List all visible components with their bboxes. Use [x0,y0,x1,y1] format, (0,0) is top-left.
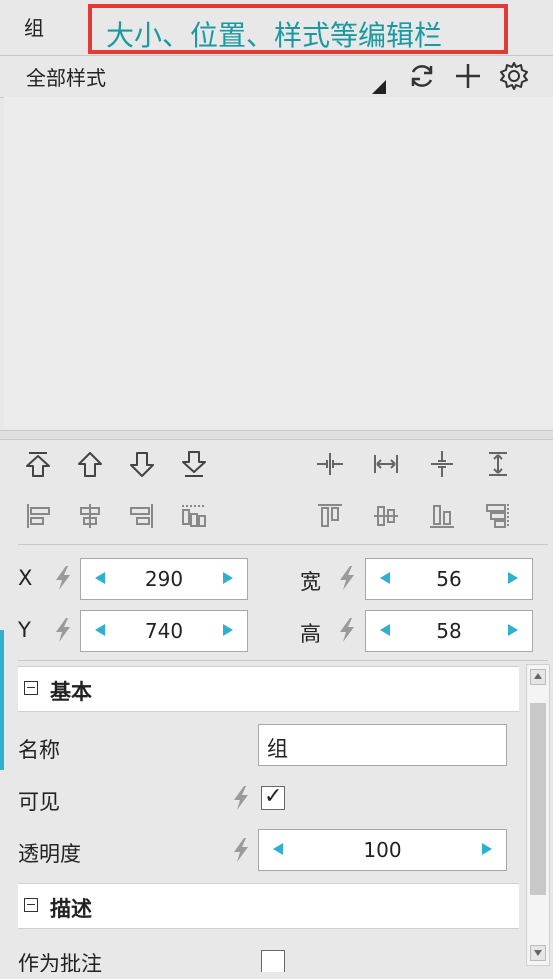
dropdown-triangle-icon[interactable] [372,80,386,94]
x-increment-icon[interactable] [223,572,233,584]
align-dotted-icon[interactable] [176,498,212,534]
as-annotation-checkbox[interactable] [261,950,285,974]
send-backward-icon[interactable] [124,446,160,482]
section-description-title: 描述 [50,897,92,921]
checkmark-icon: ✓ [264,784,283,809]
settings-gear-icon[interactable] [498,60,530,92]
x-stepper[interactable]: 290 [80,558,248,600]
distribute-horizontal-icon[interactable] [312,446,348,482]
distribute-vertical-space-icon[interactable] [480,446,516,482]
lightning-icon[interactable] [228,784,254,812]
height-stepper[interactable]: 58 [365,610,533,652]
lightning-icon[interactable] [50,616,76,644]
visible-checkbox[interactable]: ✓ [261,784,285,810]
toolbar-separator [18,544,548,545]
x-label: X [18,566,33,590]
y-increment-icon[interactable] [223,624,233,636]
distribute-vertical-icon[interactable] [424,446,460,482]
lightning-icon[interactable] [50,564,76,592]
lightning-icon[interactable] [334,616,360,644]
opacity-label: 透明度 [18,842,81,866]
width-increment-icon[interactable] [508,572,518,584]
opacity-stepper[interactable]: 100 [258,829,507,871]
height-label: 高 [300,622,321,646]
collapse-icon[interactable] [24,681,38,695]
lightning-icon[interactable] [334,564,360,592]
visible-label: 可见 [18,790,60,814]
section-description-header[interactable]: 描述 [18,883,519,929]
section-basic-header[interactable]: 基本 [18,666,519,712]
style-list-area[interactable] [4,97,553,427]
name-input[interactable]: 组 [258,724,507,766]
annotation-box: 大小、位置、样式等编辑栏 [88,4,508,54]
y-stepper[interactable]: 740 [80,610,248,652]
scroll-thumb[interactable] [530,703,546,895]
scroll-down-icon[interactable] [530,945,546,961]
opacity-increment-icon[interactable] [482,843,492,855]
name-label: 名称 [18,738,60,762]
bring-forward-icon[interactable] [72,446,108,482]
width-stepper[interactable]: 56 [365,558,533,600]
section-basic-title: 基本 [50,680,92,704]
bottom-edge [0,972,553,979]
opacity-value[interactable]: 100 [259,838,506,862]
align-right-icon[interactable] [124,498,160,534]
add-icon[interactable] [452,60,484,92]
distribute-horizontal-space-icon[interactable] [368,446,404,482]
align-top-icon[interactable] [312,498,348,534]
panel-divider[interactable] [0,430,553,440]
name-value[interactable]: 组 [267,733,288,763]
send-to-back-icon[interactable] [176,446,212,482]
y-label: Y [18,618,31,642]
collapse-icon[interactable] [24,898,38,912]
refresh-icon[interactable] [406,60,438,92]
panel-title: 组 [24,16,44,40]
align-center-icon[interactable] [72,498,108,534]
lightning-icon[interactable] [228,836,254,864]
align-left-icon[interactable] [20,498,56,534]
scroll-up-icon[interactable] [530,669,546,685]
align-dotted-right-icon[interactable] [480,498,516,534]
height-increment-icon[interactable] [508,624,518,636]
align-middle-icon[interactable] [368,498,404,534]
left-edge-accent [0,630,4,770]
annotation-text: 大小、位置、样式等编辑栏 [106,19,443,52]
styles-row: 全部样式 [0,55,553,98]
styles-dropdown-label[interactable]: 全部样式 [26,62,106,91]
width-label: 宽 [300,570,321,594]
align-bottom-icon[interactable] [424,498,460,534]
properties-scrollbar[interactable] [526,664,550,966]
bring-to-front-icon[interactable] [20,446,56,482]
geometry-separator [18,660,548,661]
